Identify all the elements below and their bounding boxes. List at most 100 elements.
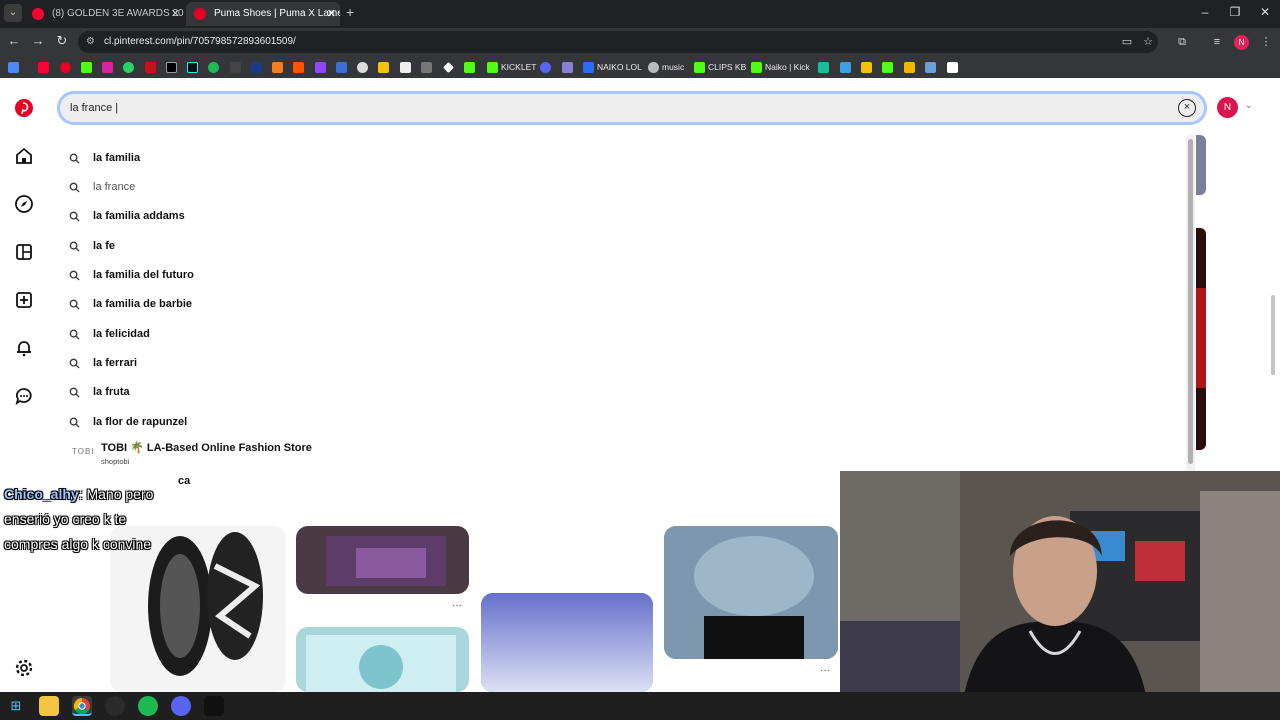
bookmark-yellow-icon[interactable] — [378, 60, 392, 74]
window-close-icon[interactable]: ✕ — [1250, 5, 1280, 19]
new-tab-button[interactable]: + — [346, 4, 354, 20]
bookmark-x-icon[interactable] — [166, 60, 180, 74]
suggestion-item[interactable]: la ferrari — [48, 350, 1186, 378]
pin-edge — [1196, 228, 1206, 450]
page-scrollbar[interactable] — [1270, 135, 1276, 490]
bookmark-teal-icon[interactable] — [818, 60, 832, 74]
store-suggestion[interactable]: TOBI TOBI 🌴 LA-Based Online Fashion Stor… — [48, 435, 1186, 471]
settings-icon[interactable] — [14, 658, 34, 678]
suggestion-text: la flor de rapunzel — [93, 416, 188, 428]
bookmark-globe-icon[interactable] — [357, 60, 371, 74]
chrome-taskbar-icon[interactable] — [72, 696, 92, 716]
bookmark-box-icon[interactable] — [947, 60, 961, 74]
tab-close-icon[interactable]: ✕ — [327, 2, 336, 26]
pin-card[interactable] — [296, 526, 469, 594]
browser-profile-avatar[interactable]: N — [1234, 35, 1249, 50]
bookmark-wave-icon[interactable] — [925, 60, 939, 74]
bookmark-kick-icon[interactable] — [81, 60, 95, 74]
tab-close-icon[interactable]: ✕ — [171, 2, 180, 26]
bookmark-discord-icon[interactable] — [540, 60, 554, 74]
pin-card[interactable] — [481, 593, 653, 692]
restore-icon[interactable]: ❐ — [1220, 5, 1250, 19]
tab-search-menu-icon[interactable]: ⌄ — [4, 4, 22, 22]
bookmark-blue-icon[interactable] — [251, 60, 265, 74]
bookmark-clips-kb[interactable]: CLIPS KB — [694, 60, 746, 74]
pinterest-logo-icon[interactable] — [14, 98, 34, 118]
suggestion-item[interactable]: la familia addams — [48, 203, 1186, 231]
bookmark-chart-icon[interactable] — [840, 60, 854, 74]
explore-icon[interactable] — [14, 194, 34, 214]
spotify-taskbar-icon[interactable] — [138, 696, 158, 716]
bookmark-kicklet[interactable]: KICKLET — [487, 60, 536, 74]
pin-card[interactable] — [664, 526, 838, 659]
install-app-icon[interactable]: ▭ — [1120, 35, 1134, 49]
bookmark-pinterest-icon[interactable] — [60, 60, 74, 74]
bookmark-tiktok-icon[interactable] — [187, 60, 201, 74]
site-info-icon[interactable]: ⚙ — [86, 36, 98, 48]
suggestion-item[interactable]: la fe — [48, 233, 1186, 261]
bookmark-green2-icon[interactable] — [882, 60, 896, 74]
search-input[interactable] — [70, 98, 1150, 118]
address-bar[interactable]: ⚙ cl.pinterest.com/pin/70579857289360150… — [78, 31, 1158, 53]
bookmark-music[interactable]: music — [648, 60, 684, 74]
discord-taskbar-icon[interactable] — [171, 696, 191, 716]
windows-start-icon[interactable]: ⊞ — [6, 696, 26, 716]
suggestion-item[interactable]: la flor de rapunzel — [48, 409, 1186, 437]
tab-pinterest[interactable]: Puma Shoes | Puma X Lamelo B ✕ — [186, 2, 340, 26]
clear-search-icon[interactable]: × — [1178, 99, 1196, 117]
search-icon — [69, 153, 80, 164]
bookmark-instagram-icon[interactable] — [102, 60, 116, 74]
create-icon[interactable] — [14, 290, 34, 310]
minimize-icon[interactable]: – — [1190, 5, 1220, 19]
bookmark-naiko-kick[interactable]: Naiko | Kick — [751, 60, 810, 74]
bookmark-gray-icon[interactable] — [421, 60, 435, 74]
suggestions-scrollbar[interactable] — [1186, 135, 1195, 472]
suggestion-item[interactable]: la felicidad — [48, 321, 1186, 349]
extensions-icon[interactable]: ⧉ — [1175, 35, 1189, 49]
bookmark-diamond-icon[interactable] — [443, 60, 457, 74]
bookmark-youtube-icon[interactable] — [38, 60, 52, 74]
chrome-menu-icon[interactable]: ⋮ — [1259, 35, 1273, 49]
forward-icon[interactable]: → — [29, 33, 47, 48]
bookmark-spotify-icon[interactable] — [208, 60, 222, 74]
suggestion-item[interactable]: la familia del futuro — [48, 262, 1186, 290]
bookmark-whatsapp-icon[interactable] — [123, 60, 137, 74]
apps-grid-icon[interactable] — [8, 60, 22, 74]
bookmark-green-icon[interactable] — [464, 60, 478, 74]
tab-title: Puma Shoes | Puma X Lamelo B — [214, 8, 340, 19]
bookmark-shield-icon[interactable] — [562, 60, 576, 74]
bookmark-search-icon[interactable] — [336, 60, 350, 74]
bookmark-soundcloud-icon[interactable] — [293, 60, 307, 74]
notifications-icon[interactable] — [14, 338, 34, 358]
back-icon[interactable]: ← — [5, 33, 23, 48]
bookmark-u-icon[interactable] — [904, 60, 918, 74]
obs-icon[interactable] — [105, 696, 125, 716]
bookmark-yellow2-icon[interactable] — [861, 60, 875, 74]
bookmark-cat-icon[interactable] — [400, 60, 414, 74]
suggestion-item[interactable]: la france — [48, 174, 1186, 202]
pin-more-options-icon[interactable]: ··· — [820, 665, 830, 676]
bookmark-red-icon[interactable] — [145, 60, 159, 74]
suggestion-item[interactable]: la familia — [48, 145, 1186, 173]
bookmark-star-icon[interactable]: ☆ — [1141, 35, 1155, 49]
media-controls-icon[interactable]: ≡ — [1210, 35, 1224, 49]
pin-edge — [1196, 135, 1206, 195]
file-explorer-icon[interactable] — [39, 696, 59, 716]
chevron-down-icon[interactable]: ⌄ — [1245, 100, 1253, 111]
reload-icon[interactable]: ↻ — [53, 33, 71, 49]
home-icon[interactable] — [14, 146, 34, 166]
bookmark-s-icon[interactable] — [230, 60, 244, 74]
pin-card[interactable] — [296, 627, 469, 692]
tab-youtube[interactable]: (8) GOLDEN 3E AWARDS 2025 | ✕ — [24, 2, 184, 26]
suggestion-item[interactable]: la fruta — [48, 379, 1186, 407]
pin-more-options-icon[interactable]: ··· — [452, 600, 462, 611]
bookmark-naiko-lol[interactable]: NAIKO LOL — [583, 60, 642, 74]
bookmark-purple-icon[interactable] — [315, 60, 329, 74]
suggestion-item[interactable]: la familia de barbie — [48, 291, 1186, 319]
dashboard-icon[interactable] — [14, 242, 34, 262]
messages-icon[interactable] — [14, 386, 34, 406]
bookmark-orange-icon[interactable] — [272, 60, 286, 74]
chat-message: enserió yo creo k te — [4, 511, 127, 527]
app-taskbar-icon[interactable] — [204, 696, 224, 716]
avatar[interactable]: N — [1217, 97, 1238, 118]
